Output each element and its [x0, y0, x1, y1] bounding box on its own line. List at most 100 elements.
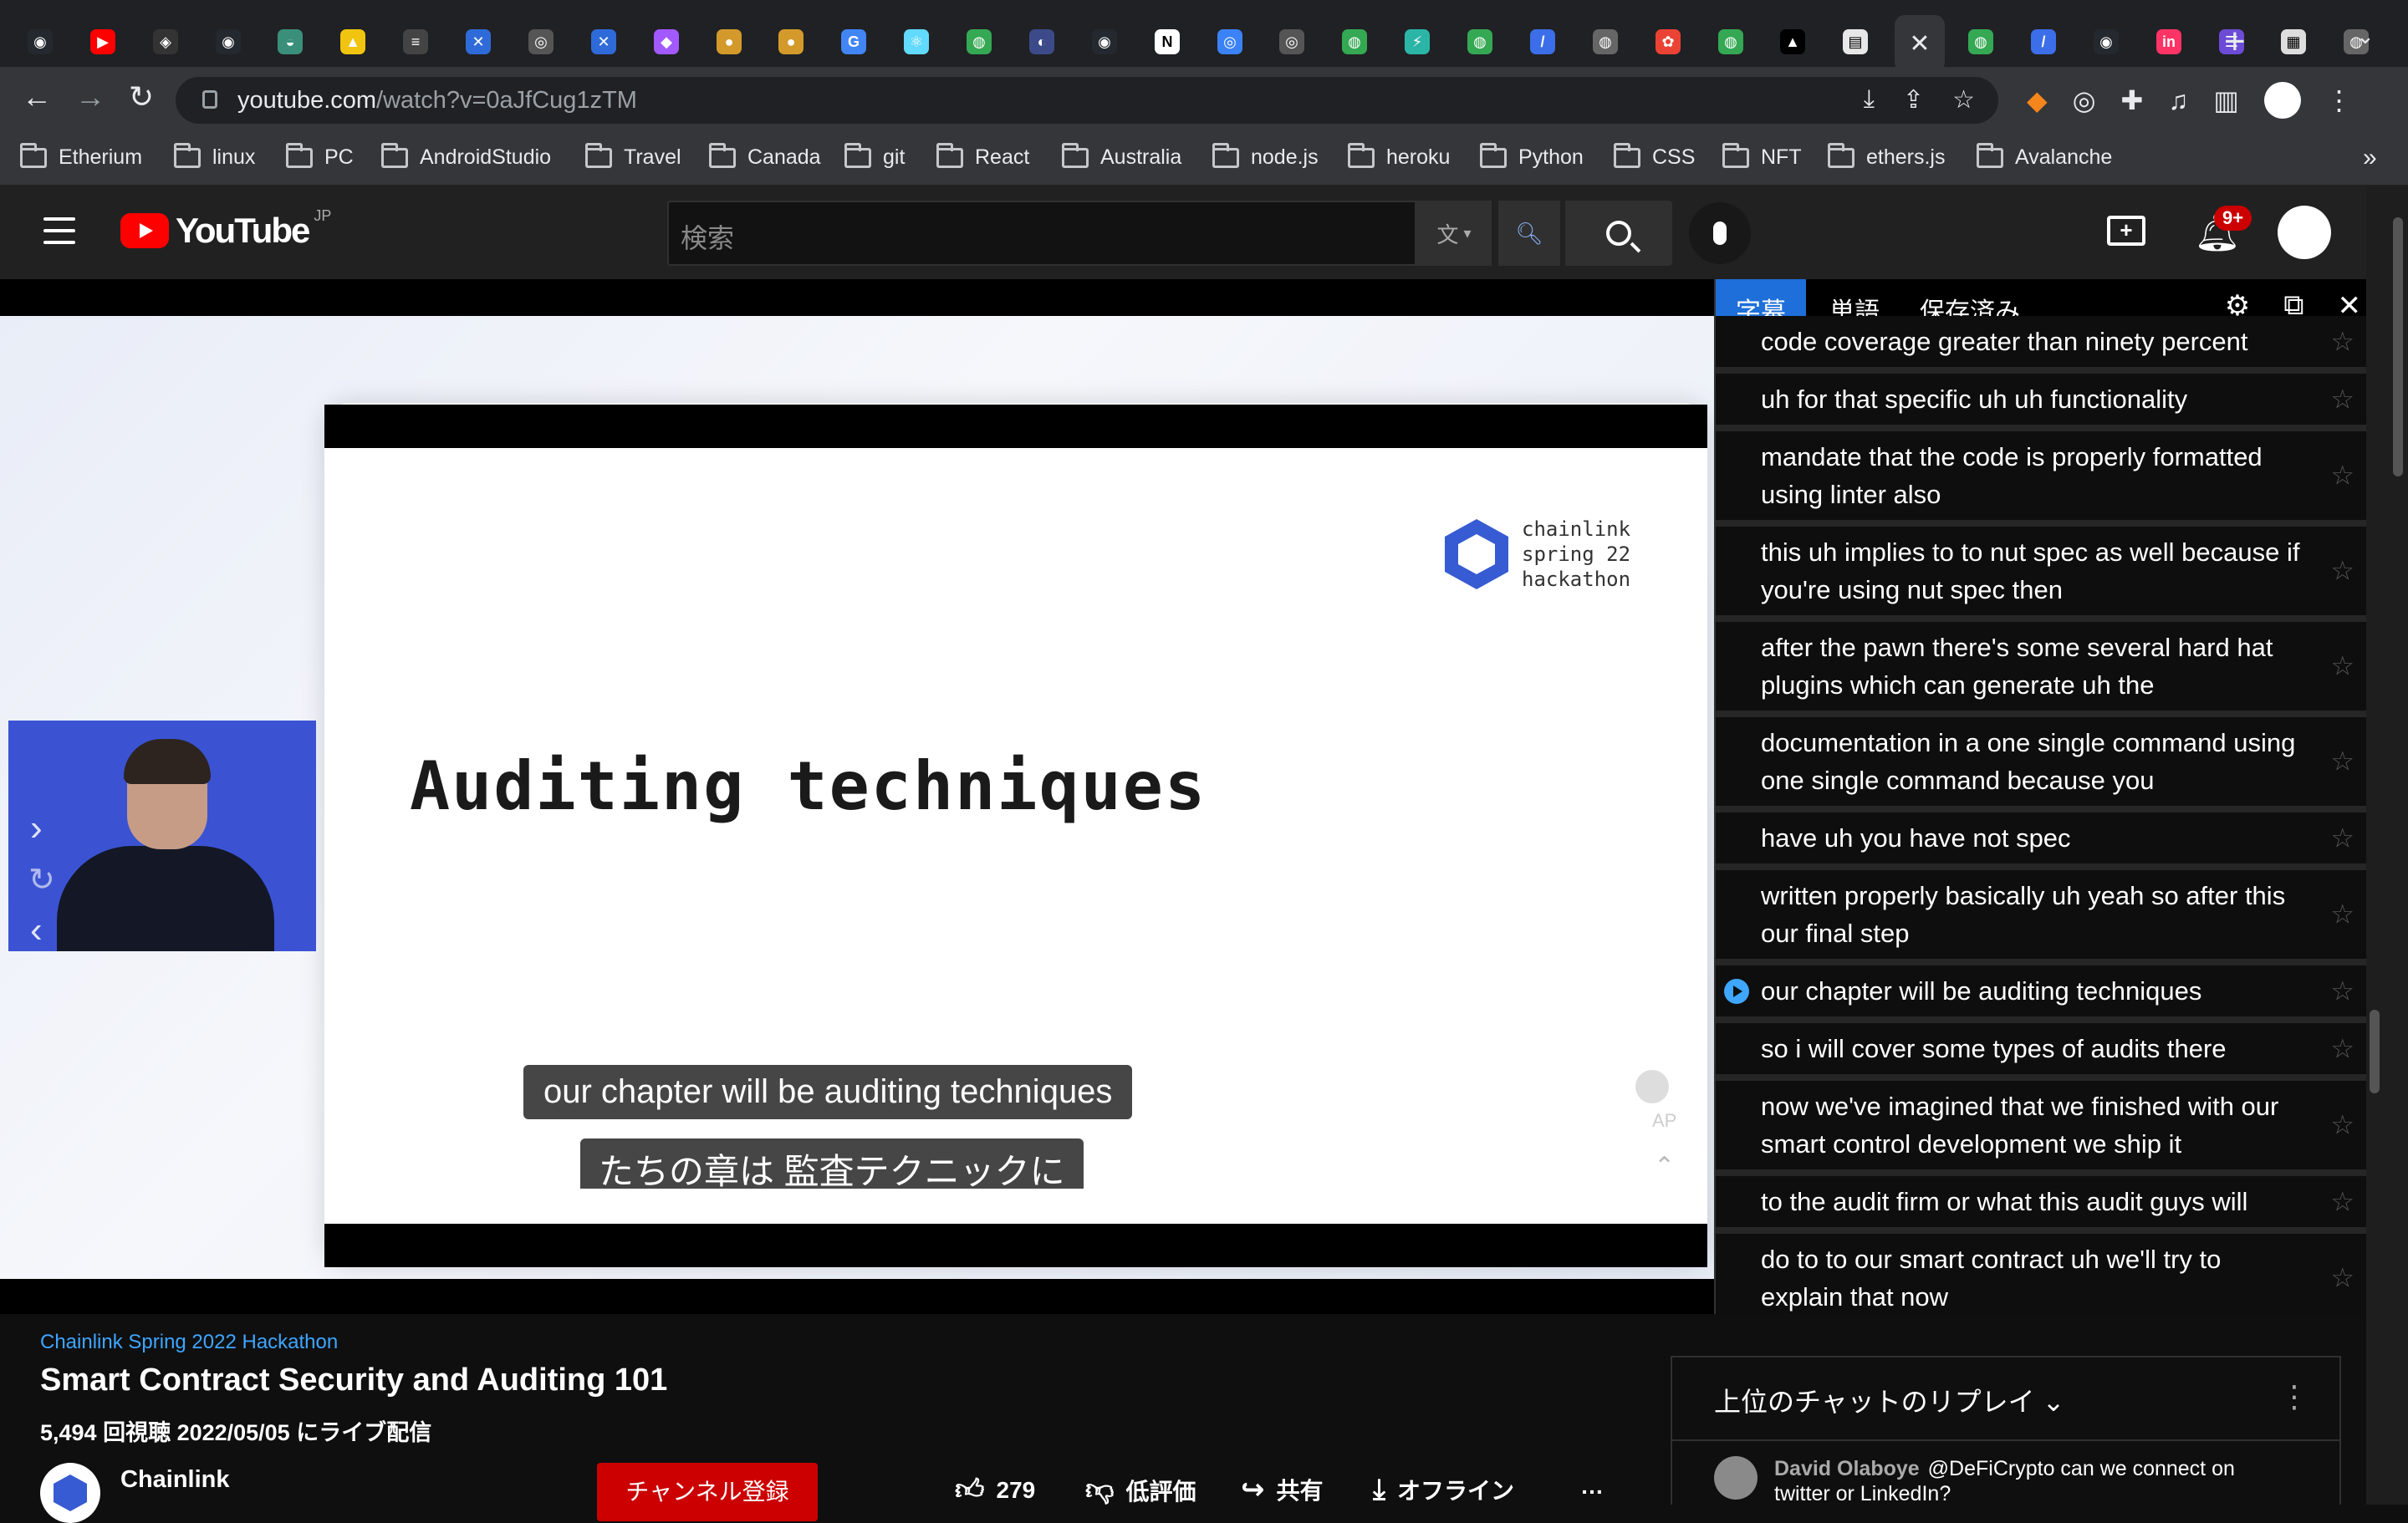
- browser-tab[interactable]: /: [2020, 18, 2067, 65]
- browser-tab[interactable]: ▶: [79, 18, 126, 65]
- bookmark-folder[interactable]: node.js: [1212, 142, 1319, 170]
- translate-keyboard-icon[interactable]: 文 ▾: [1416, 201, 1492, 266]
- menu-icon[interactable]: [43, 217, 75, 244]
- browser-tab[interactable]: ◍: [1582, 18, 1629, 65]
- browser-tab[interactable]: ◍: [1957, 18, 2004, 65]
- browser-tab[interactable]: ●: [768, 18, 814, 65]
- share-button[interactable]: ↪ 共有: [1241, 1473, 1324, 1506]
- subtitle-line[interactable]: this uh implies to to nut spec as well b…: [1716, 527, 2366, 622]
- caption-search-icon[interactable]: 🔍︎: [1498, 201, 1560, 266]
- browser-tab[interactable]: ◉: [1081, 18, 1128, 65]
- browser-tab[interactable]: ◆: [643, 18, 690, 65]
- address-bar[interactable]: youtube.com/watch?v=0aJfCug1zTM ⤓ ⇪ ☆: [176, 77, 1998, 124]
- subtitle-line[interactable]: our chapter will be auditing techniques ☆: [1716, 965, 2366, 1023]
- bookmark-folder[interactable]: heroku: [1348, 142, 1450, 170]
- more-actions-button[interactable]: …: [1580, 1473, 1604, 1500]
- share-icon[interactable]: ⇪: [1903, 85, 1924, 115]
- bookmark-folder[interactable]: Travel: [585, 142, 681, 170]
- save-star-icon[interactable]: ☆: [2330, 553, 2354, 590]
- browser-tab[interactable]: ✕: [1895, 15, 1945, 72]
- subtitle-line[interactable]: uh for that specific uh uh functionality…: [1716, 374, 2366, 431]
- save-star-icon[interactable]: ☆: [2330, 648, 2354, 685]
- subtitle-line[interactable]: written properly basically uh yeah so af…: [1716, 870, 2366, 965]
- save-star-icon[interactable]: ☆: [2330, 457, 2354, 495]
- tab-search-chevron-icon[interactable]: ⌄: [2356, 23, 2375, 49]
- subtitle-scrollbar-thumb[interactable]: [2370, 1010, 2380, 1093]
- account-avatar[interactable]: [2278, 206, 2331, 259]
- bookmarks-overflow-icon[interactable]: »: [2363, 144, 2377, 172]
- browser-tab[interactable]: ◎: [1268, 18, 1315, 65]
- browser-tab[interactable]: ✿: [1645, 18, 1691, 65]
- video-player[interactable]: chainlink spring 22 hackathon Auditing t…: [0, 279, 1714, 1314]
- browser-tab[interactable]: ◍: [1457, 18, 1503, 65]
- autoplay-toggle[interactable]: [1635, 1070, 1696, 1103]
- browser-tab[interactable]: ▲: [329, 18, 376, 65]
- browser-tab[interactable]: ▲: [1769, 18, 1816, 65]
- bookmark-folder[interactable]: ethers.js: [1828, 142, 1945, 170]
- bookmark-star-icon[interactable]: ☆: [1952, 85, 1975, 115]
- bookmark-folder[interactable]: Canada: [709, 142, 821, 170]
- voice-search-button[interactable]: [1689, 202, 1751, 264]
- chat-mode-dropdown[interactable]: 上位のチャットのリプレイ ⌄: [1714, 1381, 2064, 1419]
- chat-menu-icon[interactable]: ⋮: [2279, 1379, 2309, 1414]
- browser-tab[interactable]: ◉: [2083, 18, 2130, 65]
- channel-name[interactable]: Chainlink: [120, 1466, 230, 1494]
- save-star-icon[interactable]: ☆: [2330, 380, 2354, 418]
- browser-tab[interactable]: ⚡: [1394, 18, 1441, 65]
- browser-tab[interactable]: ◒: [267, 18, 314, 65]
- save-star-icon[interactable]: ☆: [2330, 1260, 2354, 1297]
- subtitle-line[interactable]: after the pawn there's some several hard…: [1716, 622, 2366, 717]
- channel-avatar[interactable]: [40, 1463, 100, 1523]
- browser-tab[interactable]: in: [2145, 18, 2192, 65]
- bookmark-folder[interactable]: Australia: [1062, 142, 1181, 170]
- url-text[interactable]: youtube.com/watch?v=0aJfCug1zTM: [237, 87, 637, 115]
- expand-chevron-icon[interactable]: ⌃: [1654, 1152, 1675, 1181]
- metamask-extension-icon[interactable]: ◆: [2027, 84, 2048, 116]
- subtitle-line[interactable]: do to to our smart contract uh we'll try…: [1716, 1234, 2366, 1316]
- browser-tab[interactable]: ▦: [2270, 18, 2317, 65]
- media-controls-icon[interactable]: ♫: [2168, 85, 2188, 116]
- search-input[interactable]: 検索: [667, 201, 1416, 266]
- browser-tab[interactable]: /: [1519, 18, 1566, 65]
- youtube-logo[interactable]: YouTube JP: [120, 207, 331, 251]
- browser-tab[interactable]: ✕: [580, 18, 627, 65]
- browser-tab[interactable]: ●: [706, 18, 752, 65]
- bookmark-folder[interactable]: Avalanche: [1977, 142, 2112, 170]
- browser-tab[interactable]: N: [1144, 18, 1191, 65]
- new-tab-button[interactable]: +: [2224, 18, 2246, 65]
- save-star-icon[interactable]: ☆: [2330, 1030, 2354, 1067]
- save-star-icon[interactable]: ☆: [2330, 819, 2354, 857]
- extensions-puzzle-icon[interactable]: ✚: [2121, 84, 2144, 116]
- side-panel-icon[interactable]: ▥: [2213, 84, 2238, 116]
- replay-icon[interactable]: ↻: [28, 861, 55, 899]
- save-star-icon[interactable]: ☆: [2330, 1107, 2354, 1144]
- subtitle-line[interactable]: mandate that the code is properly format…: [1716, 431, 2366, 527]
- browser-tab[interactable]: ⚛: [893, 18, 940, 65]
- back-arrow-icon[interactable]: ←: [22, 80, 52, 114]
- browser-tab[interactable]: ◎: [518, 18, 564, 65]
- forward-arrow-icon[interactable]: →: [75, 80, 105, 114]
- subtitle-line[interactable]: to the audit firm or what this audit guy…: [1716, 1176, 2366, 1234]
- subtitle-line[interactable]: code coverage greater than ninety percen…: [1716, 316, 2366, 374]
- save-star-icon[interactable]: ☆: [2330, 972, 2354, 1010]
- subtitle-line[interactable]: now we've imagined that we finished with…: [1716, 1081, 2366, 1176]
- search-button[interactable]: [1565, 201, 1672, 266]
- browser-tab[interactable]: ◍: [1707, 18, 1754, 65]
- bookmark-folder[interactable]: NFT: [1722, 142, 1802, 170]
- bookmark-folder[interactable]: git: [844, 142, 905, 170]
- next-chevron-icon[interactable]: ›: [30, 807, 43, 849]
- save-star-icon[interactable]: ☆: [2330, 896, 2354, 934]
- bookmark-folder[interactable]: React: [936, 142, 1029, 170]
- bookmark-folder[interactable]: PC: [286, 142, 354, 170]
- browser-tab[interactable]: ◉: [205, 18, 252, 65]
- reload-icon[interactable]: ↻: [129, 80, 154, 114]
- subtitle-line[interactable]: so i will cover some types of audits the…: [1716, 1023, 2366, 1081]
- install-app-icon[interactable]: ⤓: [1864, 85, 1875, 115]
- bookmark-folder[interactable]: Python: [1480, 142, 1584, 170]
- browser-tab[interactable]: ≡: [392, 18, 439, 65]
- subtitle-line[interactable]: documentation in a one single command us…: [1716, 717, 2366, 812]
- save-star-icon[interactable]: ☆: [2330, 323, 2354, 360]
- create-video-icon[interactable]: +: [2107, 216, 2145, 246]
- bookmark-folder[interactable]: Etherium: [20, 142, 142, 170]
- hashtag-link[interactable]: Chainlink Spring 2022 Hackathon: [40, 1331, 338, 1354]
